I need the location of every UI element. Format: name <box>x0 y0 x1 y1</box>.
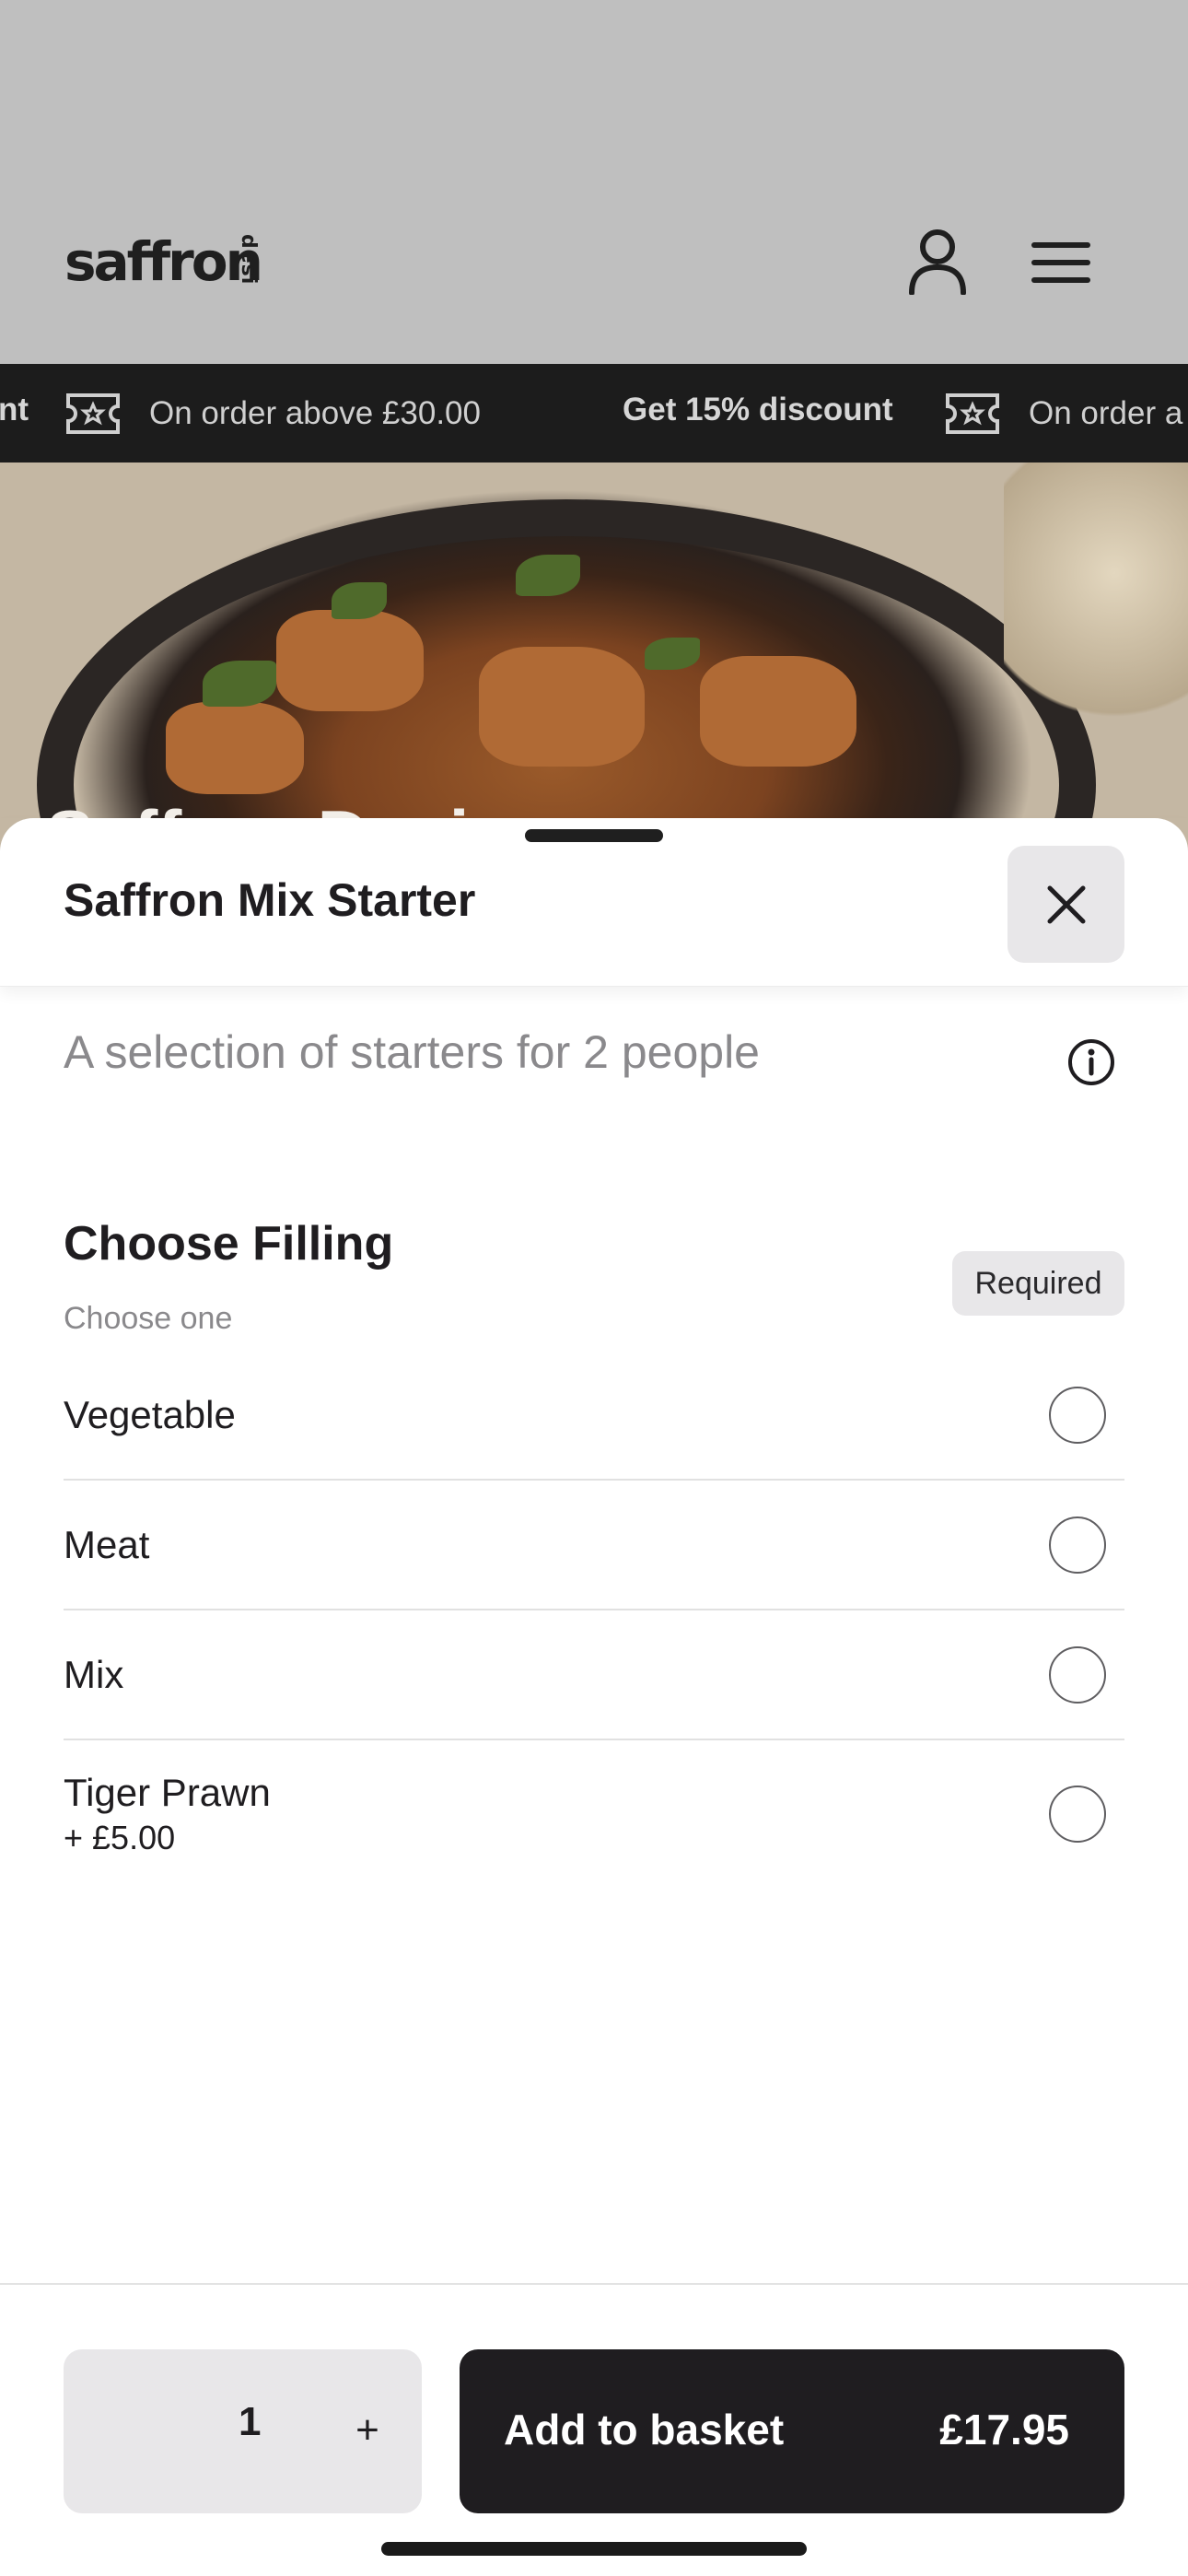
user-icon[interactable] <box>907 228 968 295</box>
site-header: saffron desi <box>0 0 1188 364</box>
promo-marquee: nt On order above £30.00 Get 15% discoun… <box>0 364 1188 463</box>
increment-button[interactable]: + <box>340 2394 395 2467</box>
option-group-subtitle: Choose one <box>64 1301 233 1336</box>
radio-button[interactable] <box>1049 1386 1106 1444</box>
promo-item: On order above £30.00 <box>64 392 481 436</box>
item-description: A selection of starters for 2 people <box>64 1026 760 1078</box>
promo-bold-text: Get 15% discount <box>623 392 893 427</box>
promo-text: On order above £30.00 <box>149 395 481 431</box>
hero-food-image: Saffron Desi <box>0 463 1188 849</box>
quantity-stepper: 1 + <box>64 2349 422 2513</box>
item-title: Saffron Mix Starter <box>64 874 476 926</box>
side-dish-shape <box>1004 463 1188 739</box>
add-to-basket-button[interactable]: Add to basket £17.95 <box>460 2349 1124 2513</box>
option-row-mix[interactable]: Mix <box>64 1610 1124 1740</box>
herb-garnish <box>332 582 387 619</box>
option-text-group: Tiger Prawn + £5.00 <box>64 1771 271 1857</box>
option-label: Vegetable <box>64 1392 236 1436</box>
required-badge: Required <box>952 1251 1124 1316</box>
promo-item: nt <box>0 392 29 428</box>
logo-suffix: desi <box>237 234 260 286</box>
close-button[interactable] <box>1007 846 1124 963</box>
radio-button[interactable] <box>1049 1516 1106 1574</box>
quantity-value: 1 <box>239 2399 262 2444</box>
promo-text: On order a <box>1029 395 1183 431</box>
info-icon[interactable] <box>1066 1037 1116 1087</box>
promo-item: Get 15% discount <box>623 392 893 428</box>
curry-chunk <box>276 610 424 711</box>
radio-button[interactable] <box>1049 1645 1106 1704</box>
option-row-vegetable[interactable]: Vegetable <box>64 1351 1124 1481</box>
option-group-title: Choose Filling <box>64 1217 394 1270</box>
sheet-header: Saffron Mix Starter <box>0 818 1188 987</box>
promo-item: On order a <box>944 392 1182 436</box>
herb-garnish <box>203 661 276 707</box>
home-indicator[interactable] <box>381 2542 807 2556</box>
herb-garnish <box>645 638 700 670</box>
sheet-drag-handle[interactable] <box>525 829 663 842</box>
ticket-icon <box>946 393 999 434</box>
option-label: Mix <box>64 1652 124 1696</box>
curry-chunk <box>166 702 304 794</box>
item-options-sheet: Saffron Mix Starter A selection of start… <box>0 818 1188 2576</box>
ticket-icon <box>66 393 120 434</box>
close-icon <box>1047 885 1085 923</box>
option-row-tiger-prawn[interactable]: Tiger Prawn + £5.00 <box>64 1740 1124 1888</box>
option-price: + £5.00 <box>64 1819 176 1856</box>
radio-button[interactable] <box>1049 1786 1106 1843</box>
add-to-basket-label: Add to basket <box>504 2406 785 2453</box>
option-row-meat[interactable]: Meat <box>64 1481 1124 1610</box>
herb-garnish <box>516 555 580 596</box>
promo-bold-text: nt <box>0 392 29 427</box>
option-label: Tiger Prawn <box>64 1771 271 1814</box>
hamburger-menu-icon[interactable] <box>1031 241 1090 284</box>
footer-divider <box>0 2283 1188 2285</box>
saffron-logo[interactable]: saffron <box>64 230 263 293</box>
curry-chunk <box>700 656 856 767</box>
curry-chunk <box>479 647 645 767</box>
option-label: Meat <box>64 1522 150 1566</box>
filling-options-list: Vegetable Meat Mix Tiger Prawn + £5.00 <box>64 1351 1124 1888</box>
basket-total-price: £17.95 <box>939 2406 1069 2453</box>
